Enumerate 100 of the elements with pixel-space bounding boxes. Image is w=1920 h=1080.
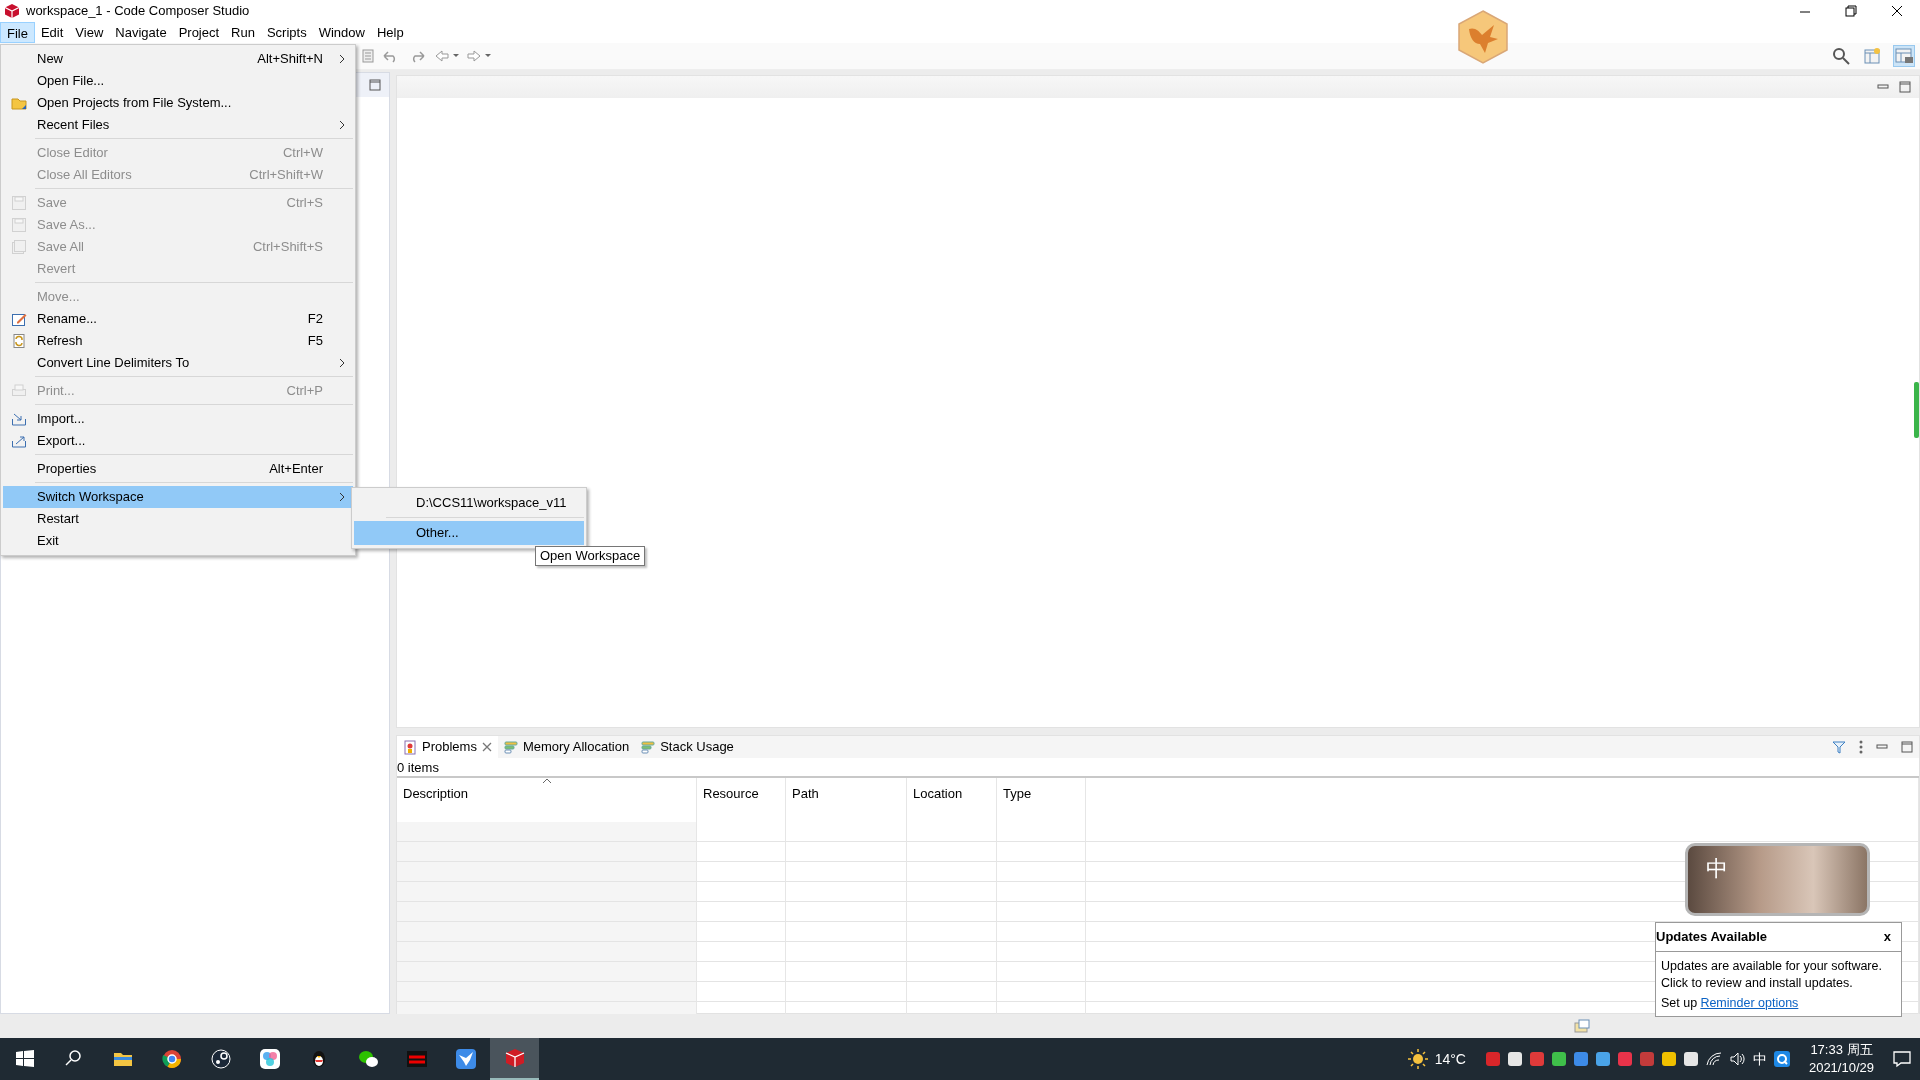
menu-item[interactable]: File xyxy=(0,22,35,43)
shortcut-label: F2 xyxy=(307,310,324,329)
sun-icon[interactable] xyxy=(1406,1048,1429,1070)
menu-label: Move... xyxy=(36,288,81,307)
menu-item[interactable]: Help xyxy=(370,22,410,43)
menu-item[interactable]: Scripts xyxy=(260,22,313,43)
tray-app-icon[interactable] xyxy=(1506,1051,1523,1067)
menu-label: Save xyxy=(36,194,68,213)
panel-tab[interactable]: Problems xyxy=(397,736,498,758)
menu-item[interactable]: Refresh F5 xyxy=(3,330,353,352)
menu-item[interactable]: Window xyxy=(312,22,371,43)
app-icon[interactable] xyxy=(1772,1050,1791,1068)
menu-label: Exit xyxy=(36,532,60,551)
logo-app-icon xyxy=(405,1048,428,1070)
menu-label: Rename... xyxy=(36,310,98,329)
printer-icon xyxy=(11,383,27,399)
column-header[interactable]: Resource xyxy=(697,778,786,822)
menu-item[interactable]: Run xyxy=(225,22,261,43)
menu-item[interactable]: Rename... F2 xyxy=(3,308,353,330)
menu-label: Revert xyxy=(36,260,77,279)
app-logo-icon xyxy=(4,3,20,19)
menu-item[interactable]: Navigate xyxy=(109,22,173,43)
shortcut-label: Alt+Shift+N xyxy=(257,50,324,69)
menu-item[interactable]: View xyxy=(69,22,110,43)
item-count: 0 items xyxy=(397,758,1919,778)
setup-label: Set up xyxy=(1661,995,1698,1013)
column-label: Location xyxy=(913,786,963,801)
menu-item[interactable]: Recent Files xyxy=(3,114,353,136)
ime-mode-label[interactable]: 中 xyxy=(1706,852,1728,885)
volume-icon[interactable] xyxy=(1728,1051,1747,1067)
menu-label: Close Editor xyxy=(36,144,109,163)
column-header[interactable]: Location xyxy=(907,778,997,822)
column-label: Description xyxy=(403,786,469,801)
export-icon xyxy=(11,433,27,449)
tray-app-icon[interactable] xyxy=(1682,1051,1699,1067)
more-icon[interactable] xyxy=(1858,740,1863,754)
menu-label: Save All xyxy=(36,238,85,257)
menu-item[interactable]: Restart xyxy=(3,508,353,530)
column-label: Resource xyxy=(703,786,759,801)
shortcut-label: Ctrl+S xyxy=(286,194,324,213)
menu-item[interactable]: Properties Alt+Enter xyxy=(3,458,353,480)
menu-item[interactable]: New Alt+Shift+N xyxy=(3,48,353,70)
menu-item[interactable]: Open File... xyxy=(3,70,353,92)
shortcut-label: Ctrl+Shift+S xyxy=(252,238,324,257)
bird-app-icon xyxy=(454,1048,477,1070)
menu-label: Recent Files xyxy=(36,116,111,135)
menu-label: Restart xyxy=(36,510,80,529)
close-button[interactable]: x xyxy=(1879,927,1895,947)
menu-item[interactable]: Open Projects from File System... xyxy=(3,92,353,114)
tray-app-icon[interactable] xyxy=(1660,1051,1677,1067)
maximize-icon[interactable] xyxy=(1899,81,1911,93)
input-method-indicator[interactable]: 中 xyxy=(1752,1048,1767,1070)
wifi-icon[interactable] xyxy=(1704,1051,1723,1067)
menu-label: Switch Workspace xyxy=(36,488,145,507)
floppy-disks-icon xyxy=(11,239,27,255)
circle-app-icon xyxy=(209,1048,232,1070)
menu-item[interactable]: Convert Line Delimiters To xyxy=(3,352,353,374)
maximize-icon[interactable] xyxy=(1900,741,1913,753)
panel-tab[interactable]: Memory Allocation xyxy=(497,736,636,758)
column-header[interactable]: Type xyxy=(997,778,1086,822)
bird-logo-icon[interactable] xyxy=(1457,9,1509,65)
maximize-icon[interactable] xyxy=(369,79,381,91)
window-layout-button[interactable] xyxy=(1894,46,1914,66)
tooltip: Open Workspace xyxy=(535,546,646,566)
search-icon[interactable] xyxy=(1832,47,1850,65)
tray-app-icon[interactable] xyxy=(1594,1051,1611,1067)
tray-app-icon[interactable] xyxy=(1550,1051,1567,1067)
panel-tab[interactable]: Stack Usage xyxy=(635,736,740,758)
menu-label: Convert Line Delimiters To xyxy=(36,354,191,373)
stacked-bars-icon xyxy=(503,739,518,755)
menu-item[interactable]: Export... xyxy=(3,430,353,452)
menu-item[interactable]: Switch Workspace xyxy=(3,486,353,508)
clock-time[interactable]: 17:33 周五 xyxy=(1810,1041,1873,1059)
reminder-options-link[interactable]: Reminder options xyxy=(1700,995,1799,1013)
stacked-bars-icon xyxy=(641,739,656,755)
window-title: workspace_1 - Code Composer Studio xyxy=(26,2,250,21)
chat-bubbles-icon xyxy=(356,1048,379,1070)
shortcut-label: F5 xyxy=(307,332,324,351)
folder-icon[interactable] xyxy=(1574,1018,1590,1034)
popup-title: Updates Available xyxy=(1656,928,1768,947)
menu-label: Open File... xyxy=(36,72,106,91)
sort-icon xyxy=(542,778,552,784)
table-window-icon[interactable] xyxy=(1863,47,1881,65)
notification-icon[interactable] xyxy=(1892,1049,1912,1069)
menu-item[interactable]: D:\CCS11\workspace_v11 xyxy=(354,491,584,515)
menu-item[interactable]: Project xyxy=(172,22,226,43)
column-label: Path xyxy=(792,786,819,801)
column-header[interactable]: Path xyxy=(786,778,907,822)
flower-app-icon xyxy=(258,1048,281,1070)
menu-item[interactable]: Other... xyxy=(354,521,584,545)
problems-icon xyxy=(403,739,417,755)
filter-icon[interactable] xyxy=(1831,740,1846,754)
menu-item[interactable]: Edit xyxy=(34,22,70,43)
menu-item[interactable]: Import... xyxy=(3,408,353,430)
clock-date[interactable]: 2021/10/29 xyxy=(1808,1059,1874,1077)
weather-temperature[interactable]: 14°C xyxy=(1434,1048,1466,1070)
forward-icon[interactable] xyxy=(466,49,492,63)
back-icon[interactable] xyxy=(433,49,460,63)
menu-label: D:\CCS11\workspace_v11 xyxy=(415,494,568,513)
menu-item[interactable]: Exit xyxy=(3,530,353,552)
